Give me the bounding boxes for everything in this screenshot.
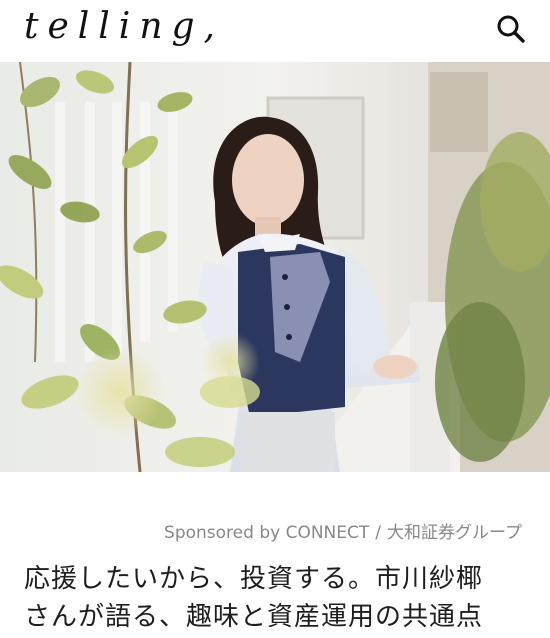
site-logo[interactable]: telling, <box>24 6 224 47</box>
article-title-line-1: 応援したいから、投資する。市川紗椰 <box>24 564 484 594</box>
hero-image[interactable] <box>0 62 550 472</box>
sponsor-label[interactable]: Sponsored by CONNECT <box>164 523 369 543</box>
search-icon <box>497 15 525 43</box>
search-button[interactable] <box>494 12 528 46</box>
hero-photo <box>0 62 550 472</box>
article-title-line-2: さんが語る、趣味と資産運用の共通点 <box>24 602 484 632</box>
site-header: telling, <box>0 0 550 62</box>
article-title[interactable]: 応援したいから、投資する。市川紗椰 さんが語る、趣味と資産運用の共通点 <box>24 560 529 636</box>
sponsor-line: Sponsored by CONNECT / 大和証券グループ <box>164 518 522 543</box>
sponsor-separator: / <box>375 523 382 543</box>
sponsor-group[interactable]: 大和証券グループ <box>387 523 522 543</box>
